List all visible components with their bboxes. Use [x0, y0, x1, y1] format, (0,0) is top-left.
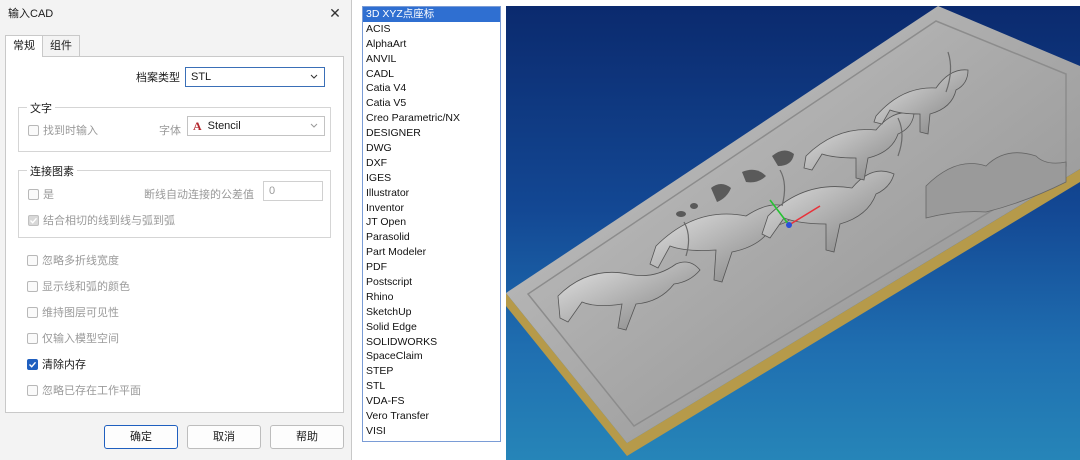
option-label: 显示线和弧的颜色: [42, 281, 130, 293]
checkbox-box: [28, 214, 39, 226]
format-list-item[interactable]: Parasolid: [363, 230, 500, 245]
format-list-item[interactable]: ACIS: [363, 22, 500, 37]
import-cad-dialog: 输入CAD ✕ 常规 组件 档案类型 STL 文字 找到时输入 字体 A Ste…: [0, 0, 352, 460]
check-icon: [29, 361, 37, 368]
format-list-item[interactable]: IGES: [363, 171, 500, 186]
font-value: Stencil: [207, 120, 241, 132]
connect-group: 连接图素 是 断线自动连接的公差值 0 结合相切的线到线与弧到弧: [18, 163, 331, 238]
relief-model-render: [506, 6, 1080, 456]
checkbox-box: [27, 306, 38, 318]
format-list-item[interactable]: Inventor: [363, 201, 500, 216]
checkbox-box: [27, 332, 38, 344]
format-list-item[interactable]: Postscript: [363, 275, 500, 290]
format-list-item[interactable]: Rhino: [363, 290, 500, 305]
combine-tangent-checkbox[interactable]: 结合相切的线到线与弧到弧: [28, 212, 175, 228]
file-type-value: STL: [191, 71, 212, 83]
font-type-icon: A: [193, 118, 202, 133]
format-listbox[interactable]: 3D XYZ点座标 ACIS AlphaArt ANVIL CADL Catia V4 Ca…: [362, 6, 501, 442]
format-list-item[interactable]: Creo Parametric/NX: [363, 111, 500, 126]
checkbox-box: [27, 384, 38, 396]
tab-strip: 常规 组件: [5, 35, 80, 57]
3d-viewport[interactable]: [506, 6, 1080, 460]
find-on-import-checkbox[interactable]: 找到时输入: [28, 122, 98, 138]
keep-layer-visibility-checkbox[interactable]: 维持图层可见性: [27, 304, 119, 320]
axis-origin: [786, 222, 792, 228]
check-icon: [30, 217, 38, 224]
format-list-item[interactable]: STL: [363, 379, 500, 394]
format-list-item[interactable]: Illustrator: [363, 186, 500, 201]
ok-button[interactable]: 确定: [104, 425, 178, 449]
clear-memory-checkbox[interactable]: 清除内存: [27, 356, 86, 372]
format-list-item[interactable]: SpaceClaim: [363, 349, 500, 364]
checkbox-box: [28, 188, 39, 200]
format-list-item[interactable]: VISI: [363, 424, 500, 439]
tab-general[interactable]: 常规: [5, 35, 43, 57]
connect-yes-label: 是: [43, 189, 54, 201]
file-type-select[interactable]: STL: [185, 67, 325, 87]
tolerance-label: 断线自动连接的公差值: [144, 189, 254, 201]
font-label: 字体: [159, 125, 181, 137]
file-type-row: 档案类型 STL: [136, 67, 325, 87]
format-list-item[interactable]: Catia V4: [363, 81, 500, 96]
format-list-item[interactable]: JT Open: [363, 215, 500, 230]
tab-components[interactable]: 组件: [42, 35, 80, 56]
connect-group-title: 连接图素: [27, 163, 77, 179]
chevron-down-icon: [310, 123, 318, 128]
format-list-item[interactable]: Part Modeler: [363, 245, 500, 260]
cancel-button[interactable]: 取消: [187, 425, 261, 449]
option-label: 维持图层可见性: [42, 307, 119, 319]
text-group-title: 文字: [27, 100, 55, 116]
format-list-item[interactable]: Vero Transfer: [363, 409, 500, 424]
chevron-down-icon: [310, 74, 318, 79]
option-label: 仅输入模型空间: [42, 333, 119, 345]
format-list-item[interactable]: AlphaArt: [363, 37, 500, 52]
model-space-only-checkbox[interactable]: 仅输入模型空间: [27, 330, 119, 346]
format-list-item[interactable]: SketchUp: [363, 305, 500, 320]
format-list-item[interactable]: STEP: [363, 364, 500, 379]
format-list-item[interactable]: Catia V5: [363, 96, 500, 111]
connect-yes-checkbox[interactable]: 是: [28, 186, 54, 202]
help-button[interactable]: 帮助: [270, 425, 344, 449]
checkbox-box: [27, 280, 38, 292]
ignore-existing-workplane-checkbox[interactable]: 忽略已存在工作平面: [27, 382, 141, 398]
font-select[interactable]: A Stencil: [187, 116, 325, 136]
show-line-arc-color-checkbox[interactable]: 显示线和弧的颜色: [27, 278, 130, 294]
format-list-item[interactable]: PDF: [363, 260, 500, 275]
format-list-item[interactable]: 3D XYZ点座标: [363, 7, 500, 22]
combine-tangent-label: 结合相切的线到线与弧到弧: [43, 215, 175, 227]
file-type-label: 档案类型: [136, 72, 180, 84]
tolerance-input[interactable]: 0: [263, 181, 323, 201]
option-label: 忽略多折线宽度: [42, 255, 119, 267]
format-list-item[interactable]: CADL: [363, 67, 500, 82]
option-label: 忽略已存在工作平面: [42, 385, 141, 397]
dialog-title: 输入CAD: [8, 8, 54, 20]
format-list-item[interactable]: SOLIDWORKS: [363, 335, 500, 350]
format-list-item[interactable]: DWG: [363, 141, 500, 156]
checkbox-box: [27, 254, 38, 266]
checkbox-box: [28, 124, 39, 136]
format-list-item[interactable]: Solid Edge: [363, 320, 500, 335]
option-label: 清除内存: [42, 359, 86, 371]
general-panel: 档案类型 STL 文字 找到时输入 字体 A Stencil 连接图素 是 断线…: [5, 56, 344, 413]
text-group: 文字 找到时输入 字体 A Stencil: [18, 100, 331, 152]
format-list-item[interactable]: DXF: [363, 156, 500, 171]
dialog-titlebar: 输入CAD ✕: [0, 0, 351, 26]
find-on-import-label: 找到时输入: [43, 125, 98, 137]
ignore-polyline-width-checkbox[interactable]: 忽略多折线宽度: [27, 252, 119, 268]
checkbox-box: [27, 358, 38, 370]
close-icon[interactable]: ✕: [327, 5, 343, 22]
format-list-items: 3D XYZ点座标 ACIS AlphaArt ANVIL CADL Catia V4 Ca…: [363, 7, 500, 439]
format-list-item[interactable]: VDA-FS: [363, 394, 500, 409]
format-list-item[interactable]: DESIGNER: [363, 126, 500, 141]
format-list-item[interactable]: ANVIL: [363, 52, 500, 67]
